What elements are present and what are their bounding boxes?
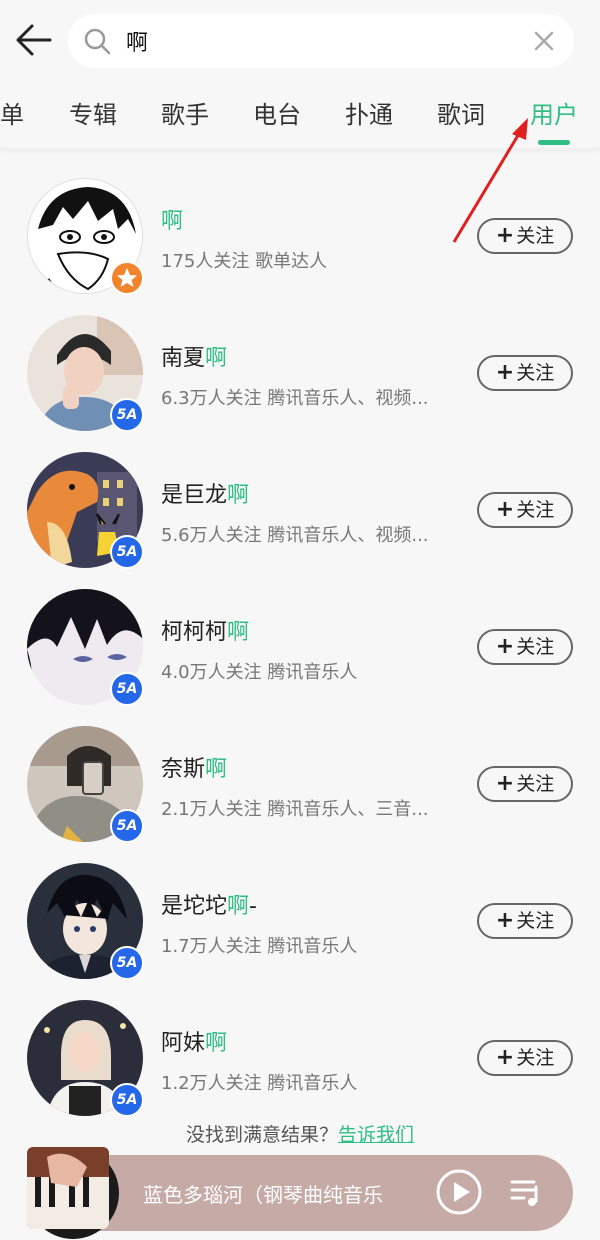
user-meta: 1.7万人关注 腾讯音乐人 (161, 936, 358, 957)
follow-button[interactable]: + 关注 (477, 218, 573, 254)
user-meta: 1.2万人关注 腾讯音乐人 (161, 1073, 358, 1094)
tab-putong[interactable]: 扑通 (345, 95, 393, 130)
tab-playlist[interactable]: 单 (0, 95, 24, 130)
mini-player[interactable]: 蓝色多瑙河（钢琴曲纯音乐 (27, 1147, 573, 1239)
musician-badge: 5A (110, 535, 144, 569)
list-item[interactable]: 5A 奈斯啊 2.1万人关注 腾讯音乐人、三音... + 关注 (0, 708, 600, 845)
feedback-link[interactable]: 告诉我们 (338, 1124, 414, 1146)
user-name: 是巨龙啊 (161, 483, 250, 508)
musician-badge: 5A (110, 1083, 144, 1117)
tab-radio[interactable]: 电台 (253, 95, 301, 130)
star-icon (117, 268, 137, 287)
follow-button[interactable]: + 关注 (477, 492, 573, 528)
user-name: 是坨坨啊- (161, 894, 257, 919)
feedback-text: 没找到满意结果？ (185, 1124, 338, 1146)
user-meta: 6.3万人关注 腾讯音乐人、视频... (161, 388, 429, 409)
user-meta: 5.6万人关注 腾讯音乐人、视频... (161, 525, 429, 546)
play-icon[interactable] (435, 1168, 483, 1216)
now-playing-title: 蓝色多瑙河（钢琴曲纯音乐 (143, 1183, 383, 1207)
musician-badge: 5A (110, 946, 144, 980)
musician-badge: 5A (110, 809, 144, 843)
list-item[interactable]: 5A 柯柯柯啊 4.0万人关注 腾讯音乐人 + 关注 (0, 571, 600, 708)
tab-users[interactable]: 用户 (530, 95, 578, 130)
playlist-icon[interactable] (509, 1175, 543, 1209)
list-item[interactable]: 5A 南夏啊 6.3万人关注 腾讯音乐人、视频... + 关注 (0, 297, 600, 434)
piano-album-image (27, 1147, 109, 1229)
arrow-left-icon (16, 24, 52, 56)
tab-album[interactable]: 专辑 (69, 95, 117, 130)
star-badge (110, 261, 144, 295)
user-meta: 2.1万人关注 腾讯音乐人、三音... (161, 799, 429, 820)
user-name: 啊 (161, 209, 184, 234)
follow-button[interactable]: + 关注 (477, 903, 573, 939)
user-meta: 4.0万人关注 腾讯音乐人 (161, 662, 358, 683)
search-box[interactable] (68, 14, 574, 68)
follow-button[interactable]: + 关注 (477, 766, 573, 802)
album-cover[interactable] (27, 1147, 109, 1229)
musician-badge: 5A (110, 672, 144, 706)
active-tab-indicator (538, 140, 570, 145)
result-tabs: 单 专辑 歌手 电台 扑通 歌词 用户 (0, 80, 600, 148)
tab-lyrics[interactable]: 歌词 (437, 95, 485, 130)
search-icon (84, 28, 111, 55)
list-item[interactable]: 5A 是坨坨啊- 1.7万人关注 腾讯音乐人 + 关注 (0, 845, 600, 982)
user-name: 柯柯柯啊 (161, 620, 250, 645)
close-icon[interactable] (532, 29, 556, 53)
list-item[interactable]: 啊 175人关注 歌单达人 + 关注 (0, 160, 600, 297)
list-item[interactable]: 5A 阿妹啊 1.2万人关注 腾讯音乐人 + 关注 (0, 982, 600, 1119)
user-meta: 175人关注 歌单达人 (161, 251, 328, 272)
follow-button[interactable]: + 关注 (477, 355, 573, 391)
follow-button[interactable]: + 关注 (477, 629, 573, 665)
top-bar (0, 0, 600, 80)
user-name: 奈斯啊 (161, 757, 228, 782)
feedback-line: 没找到满意结果？告诉我们 (0, 1120, 600, 1147)
follow-button[interactable]: + 关注 (477, 1040, 573, 1076)
user-name: 南夏啊 (161, 346, 228, 371)
search-input[interactable] (126, 23, 506, 59)
back-button[interactable] (14, 22, 54, 58)
musician-badge: 5A (110, 398, 144, 432)
tab-singer[interactable]: 歌手 (161, 95, 209, 130)
list-item[interactable]: 5A 是巨龙啊 5.6万人关注 腾讯音乐人、视频... + 关注 (0, 434, 600, 571)
user-name: 阿妹啊 (161, 1031, 228, 1056)
